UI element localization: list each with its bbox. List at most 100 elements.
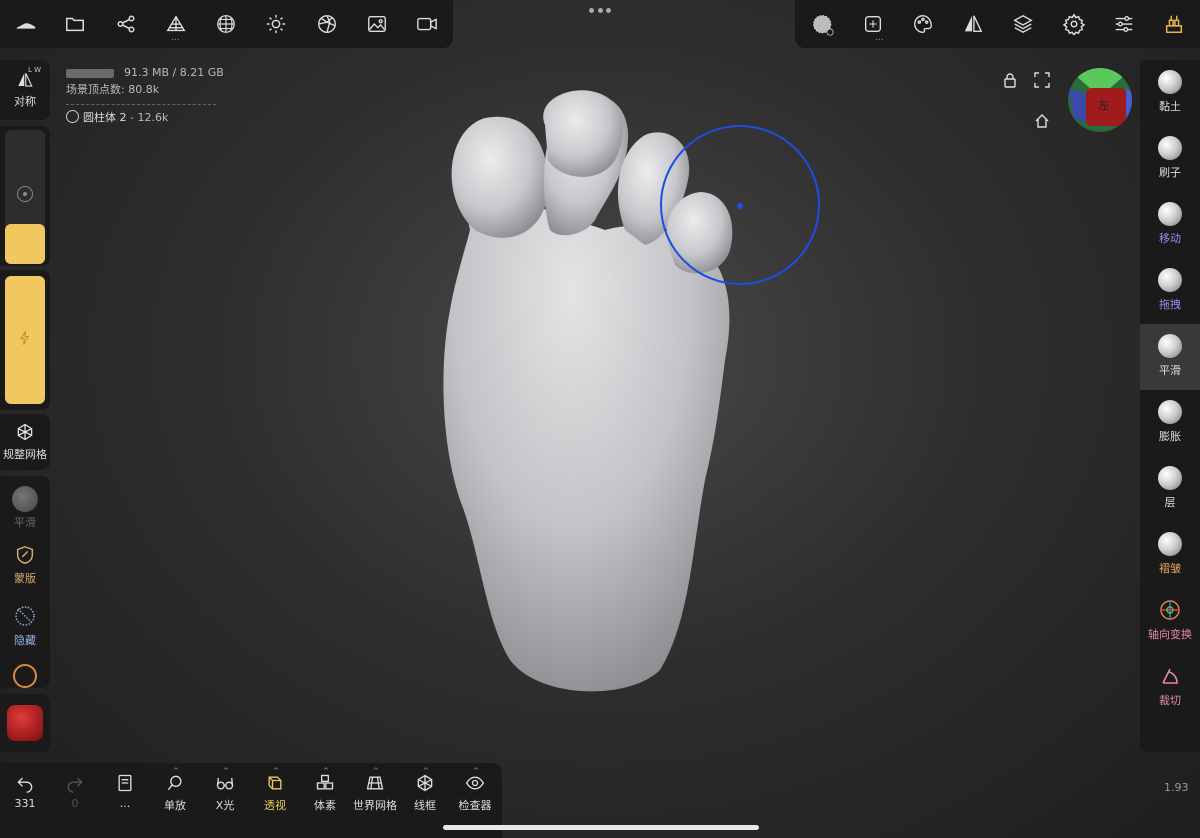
video-camera-icon[interactable] (415, 12, 439, 36)
home-view-icon[interactable] (1034, 113, 1050, 129)
layers-icon[interactable] (1011, 12, 1035, 36)
tool-crease-label: 褶皱 (1159, 562, 1181, 575)
perspective-button[interactable]: ^ 透视 (250, 767, 300, 813)
hide-label: 隐藏 (14, 634, 36, 647)
folder-icon[interactable] (63, 12, 87, 36)
tool-trim-icon (1158, 664, 1182, 688)
grid-floor-icon (366, 776, 384, 790)
gizmo-tool-icon[interactable] (13, 664, 37, 688)
shoe-logo-icon[interactable] (14, 12, 38, 36)
object-name: 圆柱体 2 (83, 111, 127, 124)
fullscreen-icon[interactable] (1034, 72, 1050, 88)
gold-bars-icon[interactable] (1162, 12, 1186, 36)
tool-inflate[interactable]: 膨胀 (1140, 390, 1200, 456)
tool-brush-label: 刷子 (1159, 166, 1181, 179)
brush-preview-icon[interactable] (809, 11, 837, 39)
tool-clay-label: 黏土 (1159, 100, 1181, 113)
tool-transform-label: 轴向变换 (1148, 628, 1192, 641)
redo-button-label: 0 (71, 797, 79, 810)
brush-cursor-center (737, 203, 743, 209)
tool-drag[interactable]: 拖拽 (1140, 258, 1200, 324)
palette-icon[interactable] (911, 12, 935, 36)
tool-transform-icon (1158, 598, 1182, 622)
redo-button[interactable]: 0 (50, 773, 100, 810)
smooth-left-button[interactable]: 平滑 (0, 482, 50, 538)
left-tool-panel: 平滑 蒙版 隐藏 (0, 476, 50, 688)
tool-clay[interactable]: 黏土 (1140, 60, 1200, 126)
tool-move[interactable]: 移动 (1140, 192, 1200, 258)
mask-button[interactable]: 蒙版 (0, 542, 50, 598)
remesh-icon (17, 423, 33, 441)
tool-brush[interactable]: 刷子 (1140, 126, 1200, 192)
hide-button[interactable]: 隐藏 (0, 602, 50, 658)
tool-drag-icon (1158, 268, 1182, 292)
more-dots-icon[interactable] (589, 8, 611, 14)
tool-layer[interactable]: 层 (1140, 456, 1200, 522)
lightning-icon (20, 331, 30, 345)
symmetry-badge: L W (28, 66, 42, 74)
memory-bar (66, 68, 114, 78)
object-vertex-count: - 12.6k (126, 111, 169, 124)
remesh-label: 规整网格 (3, 448, 47, 461)
scene-graph-icon[interactable] (114, 12, 138, 36)
redo-icon (67, 777, 83, 793)
eye-icon (465, 776, 485, 790)
cube-persp-icon (268, 776, 282, 790)
radius-target-dot (23, 192, 27, 196)
world-grid-button-label: 世界网格 (353, 799, 397, 812)
smooth-left-label: 平滑 (14, 516, 36, 529)
expand-caret-icon: ^ (373, 767, 379, 775)
tool-transform[interactable]: 轴向变换 (1140, 588, 1200, 654)
sun-icon[interactable] (264, 12, 288, 36)
settings-icon[interactable] (1062, 12, 1086, 36)
tool-trim[interactable]: 裁切 (1140, 654, 1200, 720)
material-ball-icon[interactable] (315, 12, 339, 36)
top-right-toolbar: ... (795, 0, 1200, 48)
tool-smooth-label: 平滑 (1159, 364, 1181, 377)
world-grid-button[interactable]: ^ 世界网格 (350, 767, 400, 813)
tool-smooth[interactable]: 平滑 (1140, 324, 1200, 390)
xray-button[interactable]: ^ X光 (200, 767, 250, 813)
tool-layer-label: 层 (1164, 496, 1176, 509)
intensity-slider[interactable] (5, 276, 45, 404)
sliders-icon[interactable] (1112, 12, 1136, 36)
expand-caret-icon: ^ (173, 767, 179, 775)
orientation-gizmo[interactable]: 左 (1068, 68, 1132, 132)
undo-button[interactable]: 331 (0, 773, 50, 810)
scene-vertex-count: 场景顶点数: 80.8k (66, 83, 160, 96)
radius-slider[interactable] (5, 130, 45, 264)
object-row[interactable]: 圆柱体 2 - 12.6k (66, 109, 224, 126)
mesh-sphere-icon[interactable] (214, 12, 238, 36)
wireframe-button[interactable]: ^ 线框 (400, 767, 450, 813)
tool-inflate-icon (1158, 400, 1182, 424)
hide-icon (15, 606, 35, 626)
isolate-button[interactable]: ^ 单放 (150, 767, 200, 813)
home-indicator[interactable] (443, 825, 759, 830)
tool-inflate-label: 膨胀 (1159, 430, 1181, 443)
symmetry-toggle[interactable]: L W 对称 (0, 60, 50, 120)
undo-button-label: 331 (14, 797, 36, 810)
expand-caret-icon: ^ (473, 767, 479, 775)
wireframe-icon (417, 774, 433, 792)
memory-text: 91.3 MB / 8.21 GB (124, 66, 224, 79)
inspector-button[interactable]: ^ 检查器 (450, 767, 500, 813)
expand-caret-icon: ^ (423, 767, 429, 775)
remesh-button[interactable]: 规整网格 (0, 414, 50, 470)
stroke-dots: ... (875, 33, 884, 43)
tool-crease-icon (1158, 532, 1182, 556)
glasses-icon (216, 777, 234, 790)
image-icon[interactable] (365, 12, 389, 36)
magnifier-icon (167, 775, 182, 791)
material-preview-button[interactable] (0, 694, 50, 752)
symmetry-label: 对称 (14, 95, 36, 108)
tool-move-icon (1158, 202, 1182, 226)
voxel-button[interactable]: ^ 体素 (300, 767, 350, 813)
symmetry-icon[interactable] (961, 12, 985, 36)
tool-crease[interactable]: 褶皱 (1140, 522, 1200, 588)
mesh-sphere-small-icon (66, 110, 79, 123)
lock-icon[interactable] (1002, 72, 1018, 88)
fps-readout: 1.93 (1164, 781, 1189, 794)
history-button[interactable]: ... (100, 773, 150, 810)
bottom-toolbar: 331 0... ^ 单放 ^ X光 ^ 透视 ^ 体素 ^ 世界网格 ^ 线框 ^ 检查器 (0, 763, 502, 838)
gizmo-face-label: 左 (1098, 99, 1109, 112)
